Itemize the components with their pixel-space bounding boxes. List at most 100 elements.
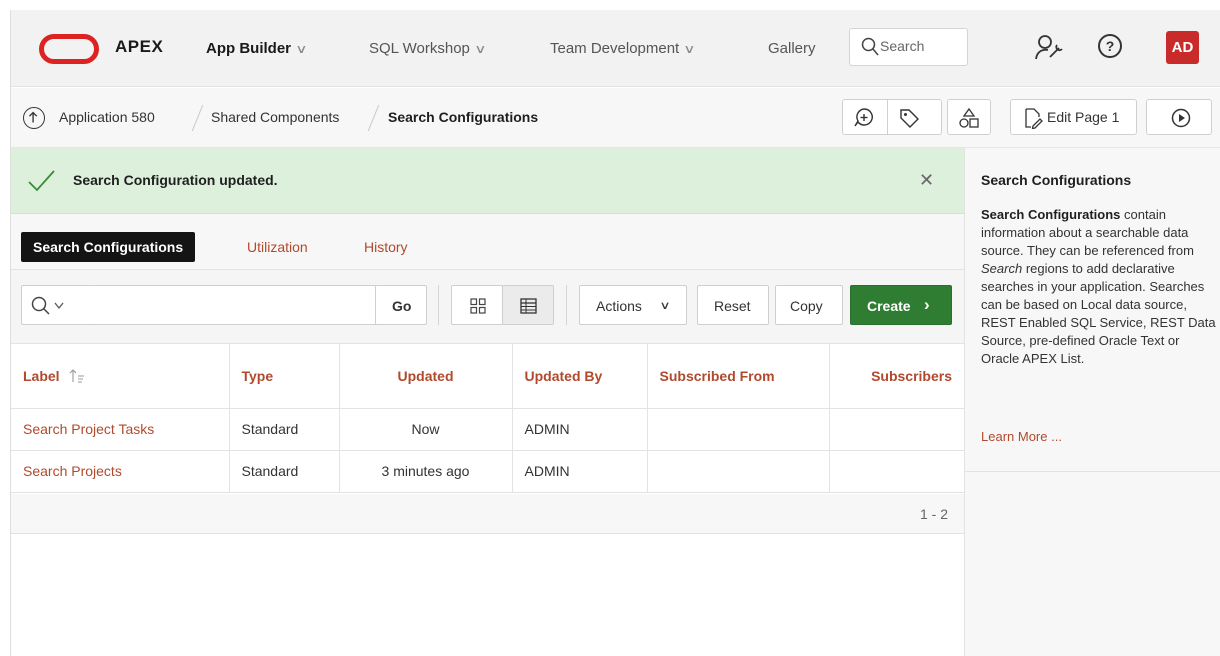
row-subscribed-from-cell xyxy=(647,408,830,451)
search-icon xyxy=(31,296,50,315)
learn-more-link[interactable]: Learn More ... xyxy=(981,429,1062,444)
menu-team-development-label: Team Development xyxy=(550,40,680,57)
pagination-bar: 1 - 2 xyxy=(11,494,964,534)
menu-team-development[interactable]: Team Development ∨ xyxy=(550,40,696,57)
menu-sql-workshop[interactable]: SQL Workshop ∨ xyxy=(369,40,487,57)
grid-view-button[interactable] xyxy=(451,285,503,325)
row-label-link[interactable]: Search Project Tasks xyxy=(23,421,154,437)
create-label: Create xyxy=(867,298,911,314)
toolbar-separator xyxy=(438,285,439,325)
actions-label: Actions xyxy=(596,298,642,314)
admin-wrench-icon[interactable] xyxy=(1035,34,1065,60)
column-header-label[interactable]: Label xyxy=(11,344,230,409)
row-subscribers-cell xyxy=(829,450,964,493)
feedback-plus-icon[interactable] xyxy=(853,107,875,129)
chevron-down-icon: ∨ xyxy=(295,42,308,56)
row-type-cell: Standard xyxy=(229,450,340,493)
run-page-button[interactable] xyxy=(1146,99,1212,135)
breadcrumb-application[interactable]: Application 580 xyxy=(59,109,155,125)
row-label-link[interactable]: Search Projects xyxy=(23,463,122,479)
app-window: APEX App Builder ∨ SQL Workshop ∨ Team Dev… xyxy=(10,10,1220,656)
column-header-updated[interactable]: Updated xyxy=(339,344,513,409)
copy-button[interactable]: Copy xyxy=(775,285,843,325)
chevron-down-icon: ∨ xyxy=(474,42,487,56)
tab-history[interactable]: History xyxy=(364,232,408,262)
search-configurations-report: Label Type Updated Updated By Subscribed… xyxy=(11,344,964,534)
brand-title[interactable]: APEX xyxy=(115,37,163,57)
report-view-button[interactable] xyxy=(502,285,554,325)
toolbar-divider xyxy=(887,100,888,134)
help-body-italic: Search xyxy=(981,261,1023,276)
chevron-right-icon: › xyxy=(924,295,930,314)
actions-menu-button[interactable]: Actions ∨ xyxy=(579,285,687,325)
tab-search-configurations[interactable]: Search Configurations xyxy=(21,232,196,262)
row-updated-by-cell: ADMIN xyxy=(512,450,648,493)
developer-tools-group xyxy=(842,99,942,135)
chevron-down-icon: ∨ xyxy=(659,300,671,312)
chevron-down-icon: ∨ xyxy=(683,42,696,56)
edit-page-label: Edit Page 1 xyxy=(1047,109,1120,125)
create-button[interactable]: Create › xyxy=(850,285,952,325)
chevron-down-icon xyxy=(54,302,64,310)
main-content: Search Configuration updated. ✕ Search C… xyxy=(11,148,964,656)
report-search-input[interactable] xyxy=(97,295,367,311)
menu-gallery[interactable]: Gallery xyxy=(768,40,816,57)
menu-app-builder-label: App Builder xyxy=(206,40,291,57)
edit-page-button[interactable]: Edit Page 1 xyxy=(1010,99,1137,135)
edit-page-icon xyxy=(1025,108,1043,129)
tab-bar: Search Configurations Utilization Histor… xyxy=(11,214,964,270)
column-header-subscribed-from[interactable]: Subscribed From xyxy=(647,344,830,409)
help-body-text-2: regions to add declarative searches in y… xyxy=(981,261,1216,366)
row-subscribed-from-cell xyxy=(647,450,830,493)
go-button-label: Go xyxy=(392,298,412,314)
go-button[interactable]: Go xyxy=(375,285,427,325)
help-icon[interactable]: ? xyxy=(1098,34,1122,58)
grid-view-icon xyxy=(470,298,486,314)
breadcrumb-separator xyxy=(367,104,380,132)
shared-components-button[interactable] xyxy=(947,99,991,135)
help-body-bold: Search Configurations xyxy=(981,207,1121,222)
oracle-logo-icon[interactable] xyxy=(39,34,99,64)
sort-ascending-icon xyxy=(70,368,85,383)
global-search-box[interactable] xyxy=(849,28,968,66)
table-row: Search Project Tasks Standard Now ADMIN xyxy=(11,408,964,451)
tag-icon[interactable] xyxy=(898,107,920,129)
close-icon[interactable]: ✕ xyxy=(919,170,934,191)
top-navigation-bar: APEX App Builder ∨ SQL Workshop ∨ Team Dev… xyxy=(11,10,1220,87)
shapes-icon xyxy=(959,107,979,128)
copy-label: Copy xyxy=(790,298,823,314)
row-updated-cell: 3 minutes ago xyxy=(339,450,513,493)
report-toolbar: Go Actions ∨ Reset Copy Create › xyxy=(11,270,964,344)
global-search-input[interactable] xyxy=(880,38,960,54)
table-header-row: Label Type Updated Updated By Subscribed… xyxy=(11,344,964,409)
alert-message: Search Configuration updated. xyxy=(73,172,278,188)
row-updated-by-cell: ADMIN xyxy=(512,408,648,451)
reset-button[interactable]: Reset xyxy=(697,285,769,325)
up-arrow-icon[interactable] xyxy=(23,107,45,129)
breadcrumb-separator xyxy=(191,104,204,132)
report-search-field[interactable] xyxy=(91,285,376,325)
user-avatar[interactable]: AD xyxy=(1166,31,1199,64)
help-divider xyxy=(965,471,1220,472)
breadcrumb-shared-components[interactable]: Shared Components xyxy=(211,109,339,125)
breadcrumb-current: Search Configurations xyxy=(388,109,539,125)
report-table: Label Type Updated Updated By Subscribed… xyxy=(11,344,964,493)
row-type-cell: Standard xyxy=(229,408,340,451)
report-view-icon xyxy=(520,298,537,314)
column-header-subscribers[interactable]: Subscribers xyxy=(829,344,964,409)
menu-app-builder[interactable]: App Builder ∨ xyxy=(206,40,308,57)
help-title: Search Configurations xyxy=(981,172,1132,188)
column-header-updated-by[interactable]: Updated By xyxy=(512,344,648,409)
help-panel: Search Configurations Search Configurati… xyxy=(964,148,1220,656)
tab-utilization[interactable]: Utilization xyxy=(247,232,308,262)
row-label-cell: Search Project Tasks xyxy=(11,408,230,451)
pagination-range: 1 - 2 xyxy=(919,506,948,522)
row-updated-cell: Now xyxy=(339,408,513,451)
table-row: Search Projects Standard 3 minutes ago A… xyxy=(11,450,964,493)
row-subscribers-cell xyxy=(829,408,964,451)
search-icon xyxy=(861,37,879,56)
search-column-selector[interactable] xyxy=(21,285,92,325)
run-play-icon xyxy=(1171,108,1191,128)
column-header-type[interactable]: Type xyxy=(229,344,340,409)
breadcrumb-bar: Application 580 Shared Components Search… xyxy=(11,88,1220,148)
